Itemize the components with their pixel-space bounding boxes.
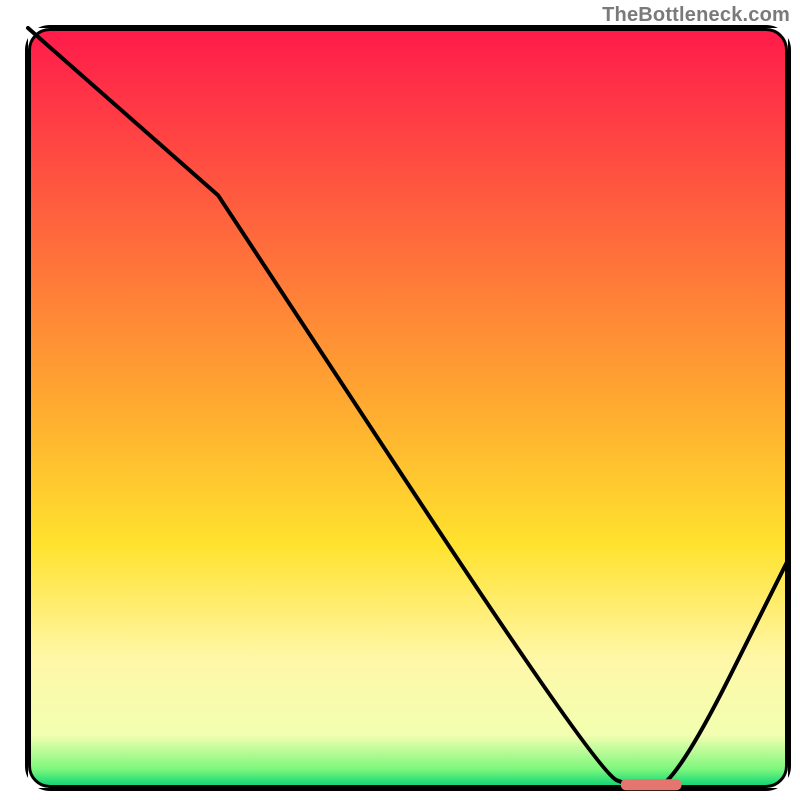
plot-background: [28, 28, 788, 788]
chart-container: TheBottleneck.com: [0, 0, 800, 800]
chart-svg: [0, 0, 800, 800]
highlight-bar: [621, 779, 682, 790]
attribution-label: TheBottleneck.com: [602, 4, 790, 27]
